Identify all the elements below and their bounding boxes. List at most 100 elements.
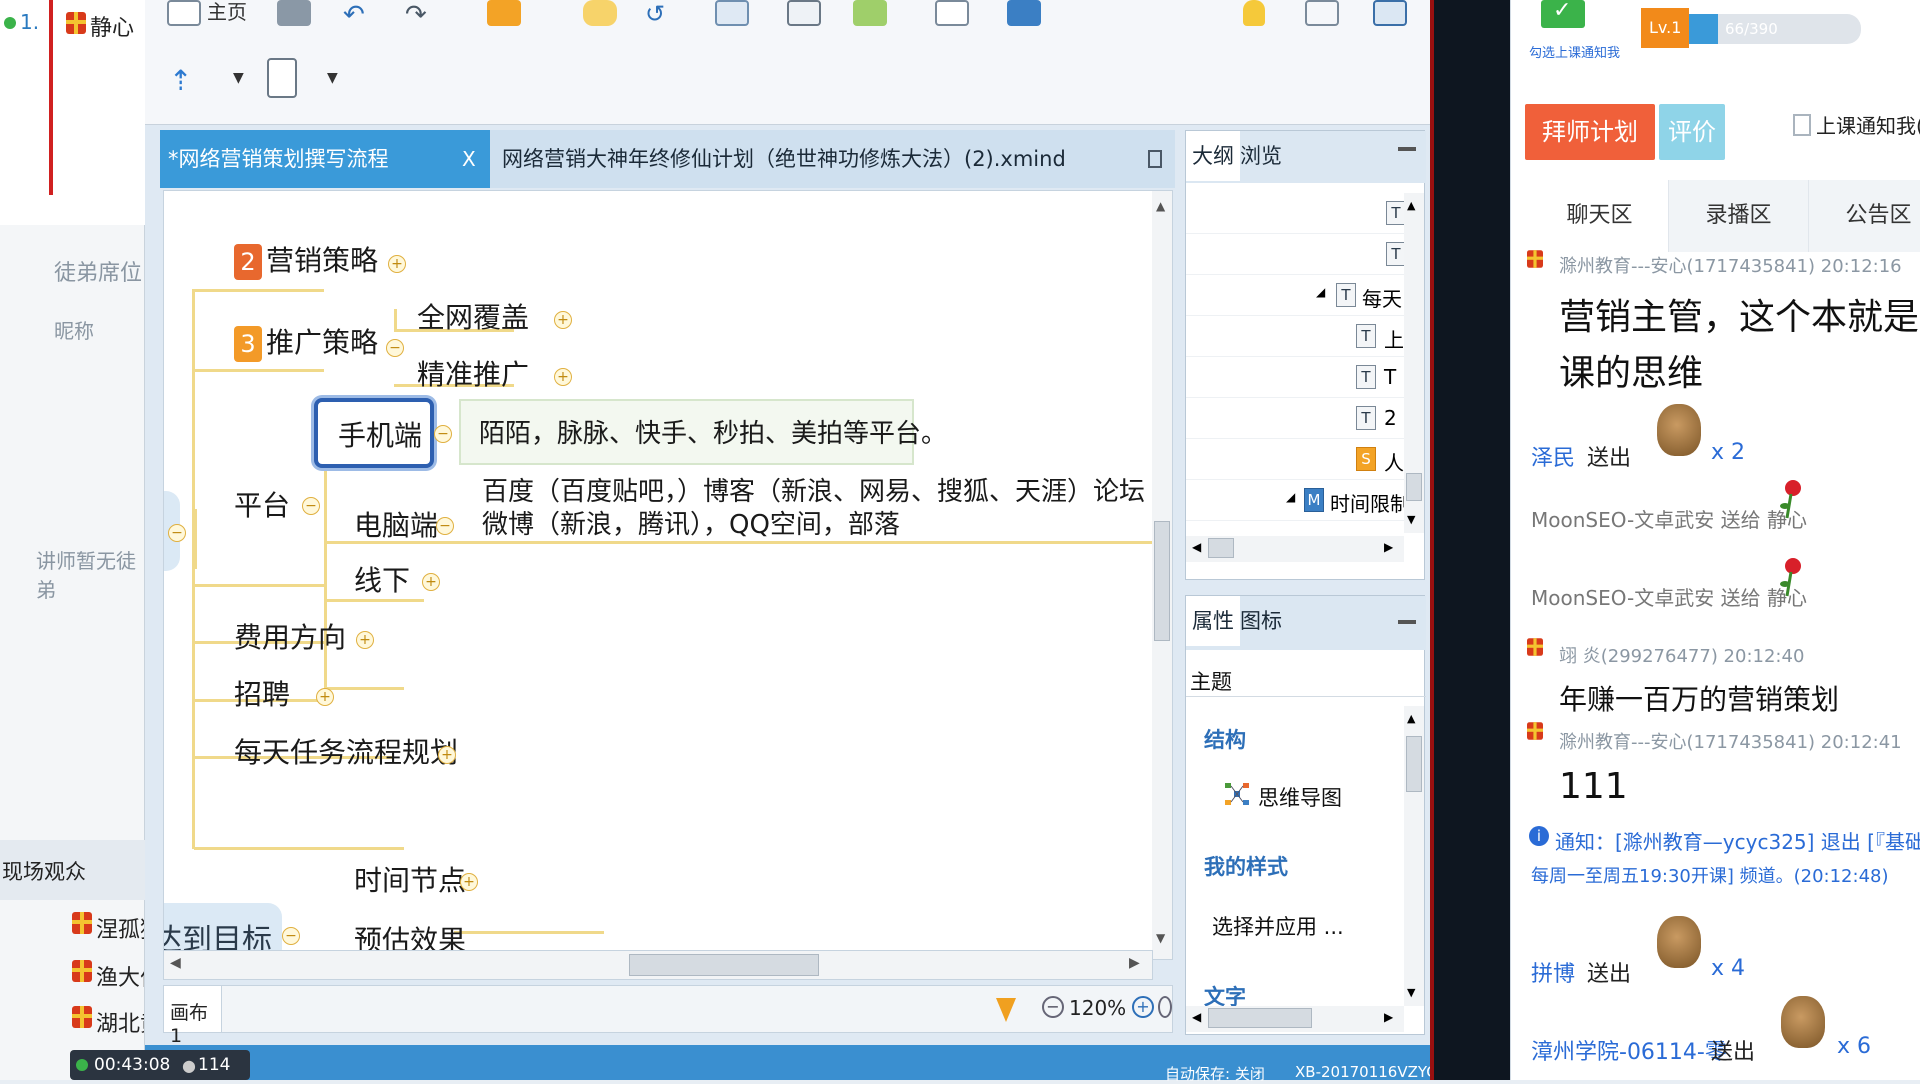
expand-icon[interactable]: + bbox=[316, 688, 334, 706]
topic-pc[interactable]: 电脑端 bbox=[354, 504, 438, 544]
hscroll-thumb[interactable] bbox=[1208, 1008, 1312, 1028]
hscroll-thumb[interactable] bbox=[1208, 538, 1234, 558]
check-icon[interactable]: ✓ bbox=[1541, 0, 1585, 28]
scroll-thumb[interactable] bbox=[1154, 521, 1170, 641]
collapse-icon[interactable]: − bbox=[302, 497, 320, 515]
topic-marketing-strategy[interactable]: 2 营销策略 bbox=[234, 239, 378, 280]
autosave-status[interactable]: 自动保存: 关闭 bbox=[1165, 1063, 1265, 1084]
scroll-left-icon[interactable]: ◀ bbox=[170, 955, 181, 971]
tab-active-file[interactable]: *网络营销策划撰写流程（vip）.xmind X bbox=[160, 130, 490, 229]
gift-sender[interactable]: 拼博 bbox=[1531, 956, 1575, 988]
filter-icon[interactable] bbox=[996, 998, 1016, 1022]
home-label[interactable]: 主页 bbox=[207, 0, 247, 25]
audience-item[interactable]: 湖北黄 bbox=[96, 1006, 144, 1038]
lightbulb-icon[interactable] bbox=[1243, 0, 1265, 26]
topic-recruit[interactable]: 招聘 bbox=[234, 673, 290, 713]
topic-pc-detail-line1[interactable]: 百度（百度贴吧，）博客（新浪、网易、搜狐、天涯）论坛（天涯 bbox=[482, 471, 1172, 508]
scroll-down-icon[interactable]: ▼ bbox=[1156, 931, 1165, 945]
scroll-thumb[interactable] bbox=[1406, 473, 1422, 501]
zoom-in-icon[interactable]: + bbox=[1132, 996, 1154, 1018]
scroll-right-icon[interactable]: ▶ bbox=[1129, 955, 1140, 971]
expand-icon[interactable]: + bbox=[388, 255, 406, 273]
topic-mobile-selected[interactable]: 手机端 bbox=[314, 398, 434, 468]
scroll-up-icon[interactable]: ▲ bbox=[1156, 199, 1165, 213]
tab-outline[interactable]: 大纲 bbox=[1186, 131, 1240, 181]
close-icon[interactable]: X bbox=[462, 130, 476, 188]
chevron-down-icon[interactable]: ▼ bbox=[233, 70, 244, 86]
expand-icon[interactable]: + bbox=[554, 368, 572, 386]
layout-icon[interactable] bbox=[1373, 0, 1407, 26]
outline-tree[interactable]: T T ◢ T 每天 T上 TT T2 S人 ◢ M 时间限制 bbox=[1186, 193, 1404, 533]
gift-sender[interactable]: 漳州学院-06114-零 bbox=[1531, 1034, 1727, 1066]
minimize-icon[interactable] bbox=[1398, 147, 1416, 151]
scroll-right-icon[interactable]: ▶ bbox=[1384, 540, 1393, 554]
outline-row[interactable]: T bbox=[1186, 234, 1404, 275]
topic-cost[interactable]: 费用方向 bbox=[234, 616, 346, 656]
topic-promotion-strategy[interactable]: 3 推广策略 bbox=[234, 321, 378, 362]
props-vscrollbar[interactable]: ▲ ▼ bbox=[1404, 706, 1424, 1006]
summary-icon[interactable] bbox=[787, 0, 821, 26]
marker-icon[interactable] bbox=[853, 0, 887, 26]
tab-icons[interactable]: 图标 bbox=[1234, 596, 1288, 646]
topic-platform[interactable]: 平台 bbox=[234, 484, 290, 524]
upload-icon[interactable]: ⇡ bbox=[169, 64, 203, 97]
scroll-right-icon[interactable]: ▶ bbox=[1384, 1010, 1393, 1024]
image-icon[interactable] bbox=[1007, 0, 1041, 26]
boundary-icon[interactable] bbox=[715, 0, 749, 26]
fit-icon[interactable] bbox=[1158, 996, 1172, 1018]
expand-icon[interactable]: + bbox=[438, 746, 456, 764]
chevron-down-icon[interactable]: ◢ bbox=[1316, 285, 1325, 299]
topic-mobile-detail[interactable]: 陌陌，脉脉、快手、秒拍、美拍等平台。 bbox=[459, 399, 947, 465]
expand-icon[interactable]: + bbox=[356, 631, 374, 649]
notify-checkbox[interactable] bbox=[1793, 114, 1811, 136]
collapse-icon[interactable]: − bbox=[434, 425, 452, 443]
outline-vscrollbar[interactable]: ▲ ▼ bbox=[1404, 193, 1424, 533]
undo-icon[interactable]: ↶ bbox=[343, 0, 377, 30]
topic-time-node[interactable]: 时间节点 bbox=[354, 859, 466, 899]
outline-row[interactable]: ◢ M 时间限制 bbox=[1186, 480, 1404, 521]
zoom-out-icon[interactable]: − bbox=[1042, 996, 1064, 1018]
scroll-thumb[interactable] bbox=[1406, 736, 1422, 792]
user-name[interactable]: 静心 bbox=[90, 10, 134, 42]
collapse-icon[interactable]: − bbox=[282, 927, 300, 945]
expand-icon[interactable]: + bbox=[460, 873, 478, 891]
tab-chat[interactable]: 聊天区 bbox=[1531, 180, 1669, 252]
mindmap-canvas[interactable]: − 2 营销策略 + 3 推广策略 − 全网覆盖 + 精准推广 + 手机端 − 陌陌… bbox=[163, 190, 1173, 960]
canvas-hscrollbar[interactable]: ◀ ▶ bbox=[163, 950, 1153, 980]
scroll-up-icon[interactable]: ▲ bbox=[1407, 712, 1415, 725]
outline-row[interactable]: T bbox=[1186, 193, 1404, 234]
topic-pc-detail-line2[interactable]: 微博（新浪，腾讯），QQ空间，部落 bbox=[482, 504, 900, 541]
zoom-level[interactable]: 120% bbox=[1069, 996, 1126, 1020]
outline-row[interactable]: ◢ T 每天 bbox=[1186, 275, 1404, 316]
export-icon[interactable] bbox=[267, 58, 297, 98]
collapse-icon[interactable]: − bbox=[386, 339, 404, 357]
audience-item[interactable]: 涅孤獨 bbox=[96, 912, 144, 944]
mindmap-structure-label[interactable]: 思维导图 bbox=[1258, 782, 1342, 812]
tab-other-file[interactable]: 网络营销大神年终修仙计划（绝世神功修炼大法）(2).xmind bbox=[494, 130, 1094, 188]
notes-icon[interactable] bbox=[935, 0, 969, 26]
scroll-down-icon[interactable]: ▼ bbox=[1407, 986, 1415, 999]
master-plan-button[interactable]: 拜师计划 bbox=[1525, 104, 1655, 160]
notify-label[interactable]: 上课通知我(1 bbox=[1816, 110, 1920, 139]
sheet-tab[interactable]: 画布 1 bbox=[164, 986, 222, 1047]
section-structure[interactable]: 结构 bbox=[1204, 724, 1246, 754]
callout-icon[interactable] bbox=[583, 0, 617, 26]
tab-browse[interactable]: 浏览 bbox=[1234, 131, 1288, 181]
home-icon[interactable] bbox=[167, 0, 201, 26]
collapse-icon[interactable]: − bbox=[168, 524, 186, 542]
rate-button[interactable]: 评价 bbox=[1659, 104, 1725, 160]
scroll-left-icon[interactable]: ◀ bbox=[1192, 540, 1201, 554]
outline-row[interactable]: T2 bbox=[1186, 398, 1404, 439]
topic-offline[interactable]: 线下 bbox=[354, 559, 410, 599]
relationship-icon[interactable]: ↺ bbox=[645, 0, 679, 28]
save-icon[interactable] bbox=[277, 0, 311, 26]
outline-row[interactable]: TT bbox=[1186, 357, 1404, 398]
hscroll-thumb[interactable] bbox=[629, 954, 819, 976]
scroll-left-icon[interactable]: ◀ bbox=[1192, 1010, 1201, 1024]
outline-row[interactable]: S人 bbox=[1186, 439, 1404, 480]
topic-precise-promo[interactable]: 精准推广 bbox=[417, 353, 529, 393]
props-hscrollbar[interactable]: ◀ ▶ bbox=[1186, 1006, 1404, 1032]
chevron-down-icon[interactable]: ◢ bbox=[1286, 490, 1295, 504]
outline-row[interactable]: T上 bbox=[1186, 316, 1404, 357]
notice-caption[interactable]: 勾选上课通知我 bbox=[1529, 42, 1620, 61]
